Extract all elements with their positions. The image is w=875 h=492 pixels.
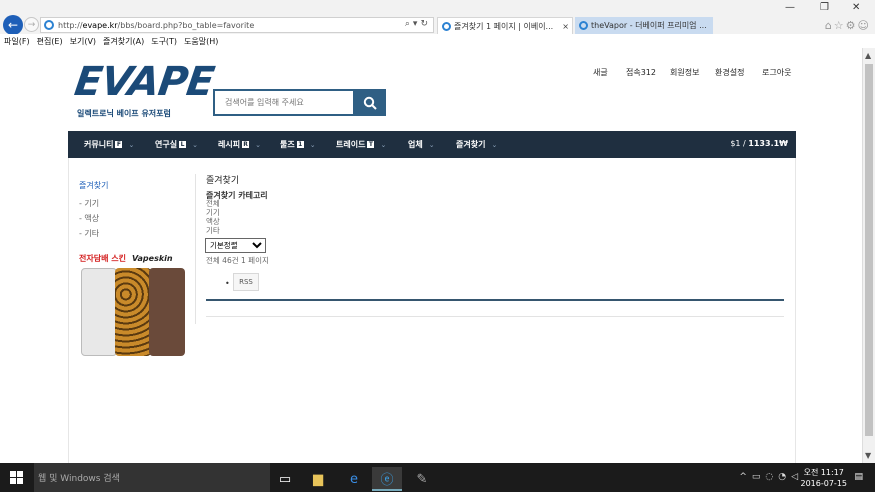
sort-select[interactable]: 기본정렬 — [205, 238, 266, 253]
list-divider-light — [206, 316, 784, 317]
link-logout[interactable]: 로그아웃 — [762, 67, 791, 78]
tab-close-icon[interactable]: × — [562, 22, 569, 31]
notification-icon[interactable]: ▤ — [854, 472, 863, 482]
nav-tools[interactable]: 툴즈 1 ⌄ — [280, 139, 316, 150]
ad-headline: 전자담배 스킨 Vapeskin — [79, 254, 173, 263]
tab-title: theVapor - 더베이퍼 프리미엄 ... — [591, 21, 707, 30]
chevron-down-icon: ⌄ — [428, 141, 435, 149]
close-window-button[interactable]: ✕ — [852, 2, 860, 13]
chevron-down-icon: ⌄ — [192, 141, 198, 149]
link-member-info[interactable]: 회원정보 — [670, 67, 699, 78]
address-bar[interactable]: http://evape.kr/bbs/board.php?bo_table=f… — [40, 17, 434, 33]
tab-favorites[interactable]: 즐겨찾기 1 페이지 | 이베이... × — [437, 17, 573, 34]
taskbar-search[interactable]: 웹 및 Windows 검색 — [34, 463, 270, 492]
search-button[interactable] — [353, 89, 386, 116]
file-explorer-icon[interactable]: ▆ — [303, 467, 333, 491]
home-star-gear-smiley-icons[interactable]: ⌂☆⚙☺ — [825, 19, 871, 32]
search-icon — [363, 96, 377, 110]
ie-tab-icon — [579, 21, 588, 30]
ad-device-image — [149, 268, 185, 356]
clock-time: 오전 11:17 — [803, 468, 844, 477]
category-etc[interactable]: 기타 — [206, 226, 220, 235]
ad-device-image — [115, 268, 151, 356]
clock-date: 2016-07-15 — [800, 479, 848, 488]
site-search — [213, 89, 386, 116]
system-tray-icons[interactable]: ^▭◌◔◁ — [739, 472, 803, 482]
browser-toolbar: ← → http://evape.kr/bbs/board.php?bo_tab… — [0, 0, 875, 35]
sidebar-title[interactable]: 즐겨찾기 — [79, 180, 108, 191]
logo-subtitle: 일렉트로닉 베이프 유저포럼 — [77, 109, 171, 118]
vertical-scrollbar[interactable]: ▲ ▼ — [862, 48, 875, 463]
scroll-up-icon[interactable]: ▲ — [865, 51, 871, 60]
clock[interactable]: 오전 11:17 2016-07-15 — [801, 467, 848, 489]
vapeskin-ad[interactable]: 전자담배 스킨 Vapeskin — [79, 253, 185, 359]
link-new-posts[interactable]: 새글 — [593, 67, 608, 78]
sidebar-item-etc[interactable]: - 기타 — [79, 228, 99, 238]
category-all[interactable]: 전체 — [206, 199, 220, 208]
nav-trade[interactable]: 트레이드 T ⌄ — [336, 139, 386, 150]
minimize-button[interactable]: — — [785, 2, 795, 13]
logo-text: EVAPE — [71, 59, 217, 105]
menu-help[interactable]: 도움말(H) — [184, 36, 218, 47]
windows-start-icon[interactable] — [10, 471, 23, 484]
menu-view[interactable]: 보기(V) — [70, 36, 96, 47]
chevron-down-icon: ⌄ — [128, 141, 135, 149]
post-count: 전체 46건 1 페이지 — [206, 256, 269, 265]
nav-recipe[interactable]: 레시피 R ⌄ — [218, 139, 261, 150]
windows-taskbar: 웹 및 Windows 검색 ▭ ▆ e ⓔ ✎ ^▭◌◔◁ 오전 11:17 … — [0, 463, 875, 492]
nav-business[interactable]: 업체 ⌄ — [408, 139, 435, 150]
menu-bar: 파일(F) 편집(E) 보기(V) 즐겨찾기(A) 도구(T) 도움말(H) — [0, 34, 875, 48]
list-divider — [206, 299, 784, 301]
internet-explorer-icon[interactable]: ⓔ — [372, 467, 402, 491]
sidebar-item-liquid[interactable]: - 액상 — [79, 213, 99, 223]
sidebar-list: - 기기 - 액상 - 기타 — [79, 198, 99, 243]
url-text: http://evape.kr/bbs/board.php?bo_table=f… — [58, 20, 255, 30]
site-logo[interactable]: EVAPE 일렉트로닉 베이프 유저포럼 — [71, 59, 217, 119]
ad-brand: Vapeskin — [131, 254, 173, 263]
ie-page-icon — [44, 20, 54, 30]
nav-community[interactable]: 커뮤니티 F ⌄ — [84, 139, 134, 150]
tab-thevapor[interactable]: theVapor - 더베이퍼 프리미엄 ... — [575, 17, 713, 34]
task-view-icon[interactable]: ▭ — [270, 467, 300, 491]
link-settings[interactable]: 환경설정 — [715, 67, 744, 78]
address-tools-icon[interactable]: ⌕▾↻ — [405, 19, 431, 29]
sidebar-item-device[interactable]: - 기기 — [79, 198, 99, 208]
menu-file[interactable]: 파일(F) — [4, 36, 30, 47]
exchange-rate: $1 / 1133.1₩ — [730, 139, 788, 148]
main-nav: 커뮤니티 F ⌄ 연구실 L ⌄ 레시피 R ⌄ 툴즈 1 ⌄ 트레이드 T ⌄ 업체 ⌄ 즐겨찾기 ⌄… — [68, 131, 796, 158]
search-input[interactable] — [213, 89, 353, 116]
chevron-down-icon: ⌄ — [255, 141, 261, 149]
bullet: • — [225, 279, 230, 288]
column-divider — [195, 174, 196, 324]
category-device[interactable]: 기기 — [206, 208, 220, 217]
category-liquid[interactable]: 액상 — [206, 217, 220, 226]
tab-title: 즐겨찾기 1 페이지 | 이베이... — [454, 21, 554, 31]
menu-tools[interactable]: 도구(T) — [151, 36, 177, 47]
scroll-thumb[interactable] — [865, 64, 873, 436]
edge-icon[interactable]: e — [339, 467, 369, 491]
rss-button[interactable]: RSS — [233, 273, 259, 291]
scroll-down-icon[interactable]: ▼ — [865, 451, 871, 460]
nav-favorites[interactable]: 즐겨찾기 ⌄ — [456, 139, 497, 150]
page-title: 즐겨찾기 — [206, 176, 240, 186]
ad-device-image — [81, 268, 117, 356]
restore-button[interactable]: ❐ — [820, 2, 829, 13]
category-list: 전체 기기 액상 기타 — [206, 199, 220, 235]
menu-edit[interactable]: 편집(E) — [37, 36, 63, 47]
ie-tab-icon — [442, 21, 451, 31]
chevron-down-icon: ⌄ — [491, 141, 498, 149]
app-icon[interactable]: ✎ — [407, 467, 437, 491]
menu-favorites[interactable]: 즐겨찾기(A) — [103, 36, 144, 47]
link-visitors[interactable]: 접속312 — [626, 67, 656, 78]
chevron-down-icon: ⌄ — [309, 141, 316, 149]
nav-lab[interactable]: 연구실 L ⌄ — [155, 139, 198, 150]
chevron-down-icon: ⌄ — [380, 141, 387, 149]
forward-button[interactable]: → — [24, 17, 39, 32]
back-button[interactable]: ← — [3, 15, 23, 35]
taskbar-search-text: 웹 및 Windows 검색 — [38, 474, 120, 484]
